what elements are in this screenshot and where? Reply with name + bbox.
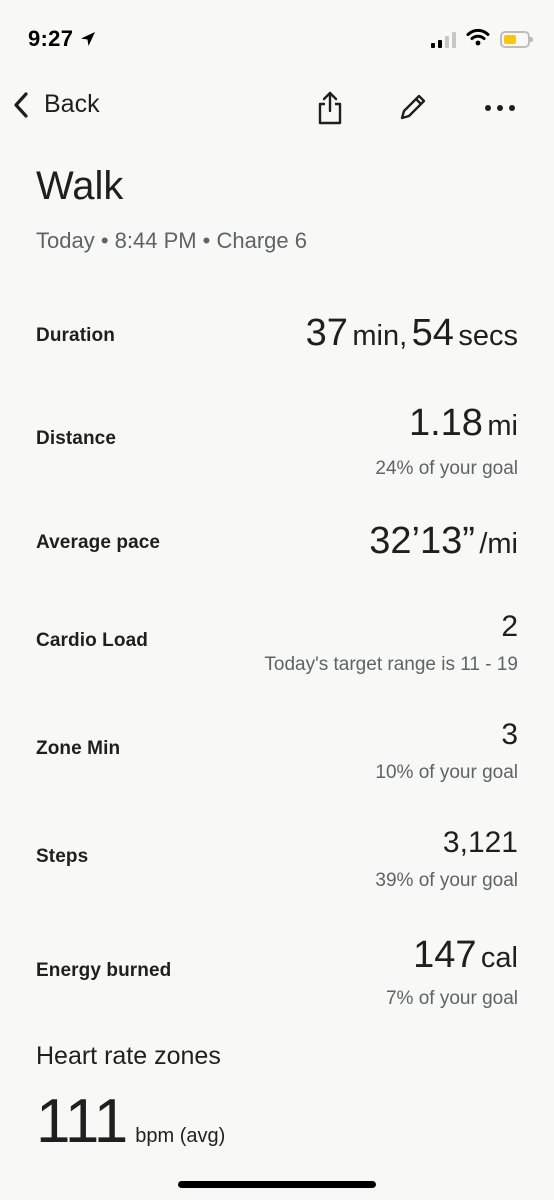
home-indicator bbox=[178, 1181, 376, 1188]
metric-energy-burned: Energy burned 147 cal 7% of your goal bbox=[36, 934, 518, 1014]
cardio-load-value: 2 bbox=[501, 610, 518, 643]
metric-value: 1.18 mi bbox=[409, 402, 518, 445]
back-button[interactable]: Back bbox=[12, 90, 100, 119]
metric-goal-text: 10% of your goal bbox=[375, 762, 518, 783]
duration-minutes: 37 bbox=[305, 312, 348, 354]
metric-label: Zone Min bbox=[36, 738, 121, 759]
more-icon[interactable] bbox=[480, 88, 520, 128]
metric-label: Steps bbox=[36, 846, 89, 867]
metric-duration: Duration 37 min, 54 secs bbox=[36, 310, 518, 370]
pace-value: 32’13” bbox=[369, 520, 475, 562]
heart-rate-value: 111 bbox=[36, 1087, 128, 1156]
back-label: Back bbox=[44, 90, 100, 118]
metric-label: Average pace bbox=[36, 532, 161, 553]
metric-average-pace: Average pace 32’13” /mi bbox=[36, 520, 518, 580]
metric-label: Cardio Load bbox=[36, 630, 148, 651]
back-chevron-icon bbox=[14, 91, 28, 118]
heart-rate-average: 111 bpm (avg) bbox=[36, 1086, 225, 1157]
metric-label: Energy burned bbox=[36, 960, 172, 981]
duration-min-unit: min, bbox=[352, 320, 408, 352]
metric-distance: Distance 1.18 mi 24% of your goal bbox=[36, 400, 518, 490]
status-icons bbox=[431, 28, 533, 51]
distance-unit: mi bbox=[487, 410, 518, 442]
metric-goal-text: 39% of your goal bbox=[375, 870, 518, 891]
duration-seconds: 54 bbox=[411, 312, 454, 354]
metric-zone-min: Zone Min 3 10% of your goal bbox=[36, 718, 518, 788]
metric-steps: Steps 3,121 39% of your goal bbox=[36, 826, 518, 896]
metric-goal-text: 7% of your goal bbox=[385, 988, 518, 1009]
metric-cardio-load: Cardio Load 2 Today's target range is 11… bbox=[36, 610, 518, 680]
share-icon[interactable] bbox=[310, 88, 350, 128]
status-bar: 9:27 bbox=[0, 0, 554, 80]
duration-sec-unit: secs bbox=[458, 320, 518, 352]
heart-rate-zones-title: Heart rate zones bbox=[36, 1042, 221, 1070]
battery-fill bbox=[504, 35, 516, 44]
edit-pencil-icon[interactable] bbox=[392, 88, 432, 128]
metric-value: 147 cal bbox=[413, 934, 518, 977]
heart-rate-unit: bpm (avg) bbox=[135, 1125, 226, 1147]
wifi-icon bbox=[466, 28, 490, 51]
metric-label: Duration bbox=[36, 325, 115, 346]
battery-icon bbox=[500, 31, 533, 48]
page-subtitle: Today • 8:44 PM • Charge 6 bbox=[36, 228, 307, 253]
location-arrow-icon bbox=[79, 30, 97, 48]
status-time-text: 9:27 bbox=[28, 26, 74, 51]
status-time: 9:27 bbox=[28, 26, 97, 52]
energy-value: 147 bbox=[413, 934, 477, 976]
nav-bar: Back bbox=[0, 80, 554, 136]
exercise-detail-screen: 9:27 Back Walk Today • 8:44 PM • Charge … bbox=[0, 0, 554, 1200]
steps-value: 3,121 bbox=[442, 826, 518, 859]
cardio-load-target-text: Today's target range is 11 - 19 bbox=[264, 654, 518, 675]
pace-unit: /mi bbox=[479, 528, 518, 560]
zone-min-value: 3 bbox=[501, 718, 518, 751]
distance-value: 1.18 bbox=[408, 402, 483, 444]
page-title: Walk bbox=[36, 164, 124, 208]
metric-value: 37 min, 54 secs bbox=[306, 312, 518, 355]
metric-label: Distance bbox=[36, 428, 117, 449]
metric-value: 32’13” /mi bbox=[369, 520, 518, 563]
signal-icon bbox=[431, 31, 456, 48]
metric-goal-text: 24% of your goal bbox=[375, 458, 518, 479]
energy-unit: cal bbox=[480, 942, 518, 974]
